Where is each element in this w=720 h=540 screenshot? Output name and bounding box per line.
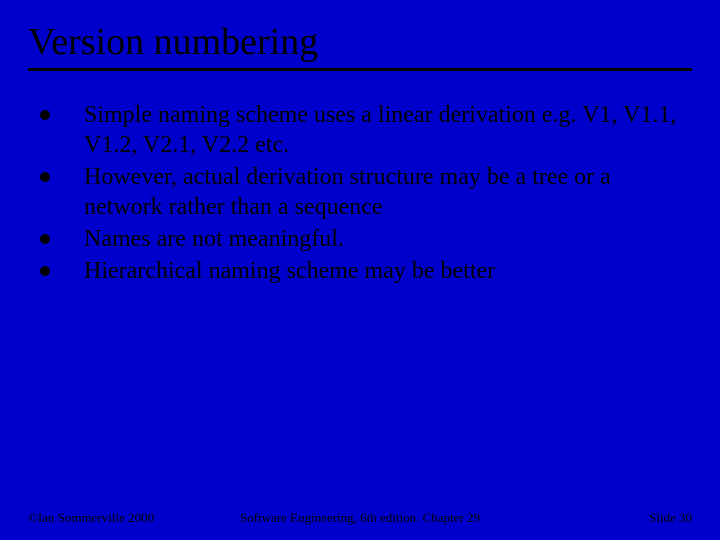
bullet-icon bbox=[40, 234, 50, 244]
bullet-icon bbox=[40, 172, 50, 182]
slide-body: Simple naming scheme uses a linear deriv… bbox=[40, 100, 690, 288]
footer: ©Ian Sommerville 2000 Slide 30 bbox=[28, 510, 692, 526]
list-item: Hierarchical naming scheme may be better bbox=[40, 256, 690, 286]
bullet-text: Names are not meaningful. bbox=[84, 224, 690, 254]
slide: Version numbering Simple naming scheme u… bbox=[0, 0, 720, 540]
slide-title: Version numbering bbox=[28, 22, 692, 71]
list-item: However, actual derivation structure may… bbox=[40, 162, 690, 222]
footer-left: ©Ian Sommerville 2000 bbox=[28, 510, 154, 526]
bullet-text: However, actual derivation structure may… bbox=[84, 162, 690, 222]
bullet-icon bbox=[40, 266, 50, 276]
list-item: Simple naming scheme uses a linear deriv… bbox=[40, 100, 690, 160]
footer-right: Slide 30 bbox=[649, 510, 692, 526]
list-item: Names are not meaningful. bbox=[40, 224, 690, 254]
bullet-text: Simple naming scheme uses a linear deriv… bbox=[84, 100, 690, 160]
bullet-icon bbox=[40, 110, 50, 120]
bullet-text: Hierarchical naming scheme may be better bbox=[84, 256, 690, 286]
